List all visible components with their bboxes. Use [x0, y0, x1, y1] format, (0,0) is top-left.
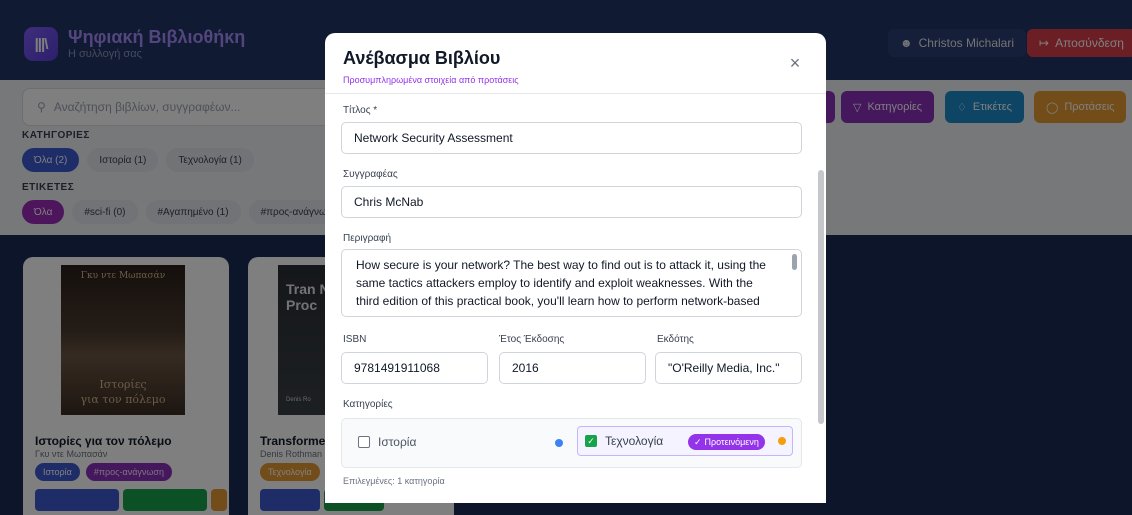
modal-scrollbar[interactable]	[818, 170, 824, 424]
author-input[interactable]: Chris McNab	[341, 186, 802, 218]
technology-color-dot	[778, 437, 786, 445]
history-checkbox[interactable]	[358, 436, 370, 448]
author-label: Συγγραφέας	[343, 169, 398, 180]
suggested-badge-label: Προτεινόμενη	[704, 437, 759, 447]
technology-checkbox[interactable]: ✓	[585, 435, 597, 447]
modal-header: Ανέβασμα Βιβλίου Προσυμπληρωμένα στοιχεί…	[325, 33, 826, 94]
categories-label: Κατηγορίες	[343, 399, 393, 410]
suggested-badge: ✓ Προτεινόμενη	[688, 434, 765, 450]
description-text: How secure is your network? The best way…	[356, 258, 766, 308]
description-textarea[interactable]: How secure is your network? The best way…	[341, 249, 802, 317]
year-label: Έτος Έκδοσης	[499, 334, 565, 345]
isbn-label: ISBN	[343, 334, 367, 345]
modal-title: Ανέβασμα Βιβλίου	[343, 48, 501, 68]
title-input[interactable]: Network Security Assessment	[341, 122, 802, 154]
close-icon[interactable]: ×	[785, 53, 805, 73]
isbn-input[interactable]: 9781491911068	[341, 352, 488, 384]
upload-book-modal: Ανέβασμα Βιβλίου Προσυμπληρωμένα στοιχεί…	[325, 33, 826, 503]
history-label: Ιστορία	[378, 435, 417, 449]
category-option-history[interactable]: Ιστορία	[358, 435, 416, 449]
categories-panel: Ιστορία ✓ Τεχνολογία ✓ Προτεινόμενη	[341, 418, 802, 468]
history-color-dot	[555, 439, 563, 447]
title-label: Τίτλος *	[343, 105, 378, 116]
modal-body: Τίτλος * Network Security Assessment Συγ…	[325, 95, 826, 503]
publisher-input[interactable]: "O'Reilly Media, Inc."	[655, 352, 802, 384]
check-icon: ✓	[694, 436, 702, 447]
year-input[interactable]: 2016	[499, 352, 646, 384]
technology-label: Τεχνολογία	[605, 434, 664, 448]
publisher-label: Εκδότης	[657, 334, 694, 345]
modal-subtitle: Προσυμπληρωμένα στοιχεία από προτάσεις	[343, 75, 519, 85]
selected-categories-count: Επιλεγμένες: 1 κατηγορία	[343, 476, 445, 486]
category-option-technology[interactable]: ✓ Τεχνολογία ✓ Προτεινόμενη	[577, 426, 793, 456]
description-label: Περιγραφή	[343, 233, 392, 244]
textarea-scrollbar[interactable]	[792, 254, 797, 270]
